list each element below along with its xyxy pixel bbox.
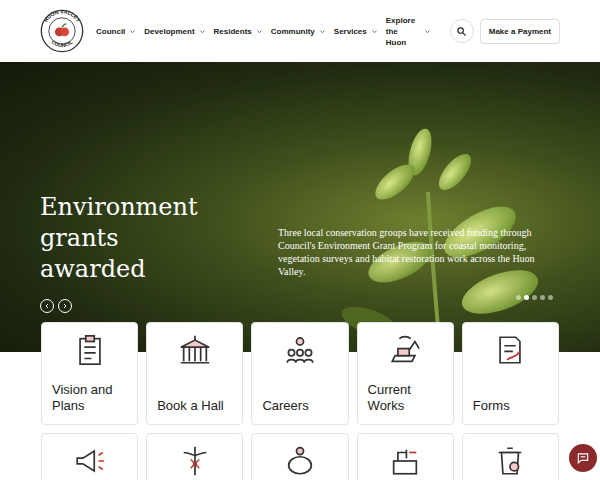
nav-item[interactable]: Services (330, 27, 382, 36)
nav-item[interactable]: Development (140, 27, 209, 36)
arrow-left-icon (43, 302, 51, 310)
card-label: Vision and Plans (52, 382, 127, 414)
chevron-down-icon (129, 28, 136, 35)
council-logo[interactable]: HUON VALLEY COUNCIL (40, 9, 84, 53)
nav-item[interactable]: Explore the Huon (382, 15, 435, 48)
search-button[interactable] (450, 19, 474, 43)
carousel-dot[interactable] (540, 295, 545, 300)
chat-icon (576, 451, 590, 465)
nav-item[interactable]: Council (92, 27, 140, 36)
nav-item[interactable]: Residents (210, 27, 267, 36)
quick-link-card[interactable] (357, 433, 454, 480)
nav-label: Council (96, 27, 125, 36)
carousel-arrows (40, 299, 278, 313)
quick-link-card[interactable]: Current Works (357, 322, 454, 425)
carousel-dot[interactable] (516, 295, 521, 300)
arrow-right-icon (61, 302, 69, 310)
chevron-down-icon (424, 28, 431, 35)
prev-button[interactable] (40, 299, 54, 313)
make-payment-button[interactable]: Make a Payment (480, 19, 560, 44)
hero-text: Three local conservation groups have rec… (278, 62, 558, 352)
carousel-dots (516, 295, 553, 300)
chevron-down-icon (256, 28, 263, 35)
search-icon (456, 26, 467, 37)
quick-link-card[interactable]: Vision and Plans (41, 322, 138, 425)
card-label: Forms (473, 398, 548, 414)
nav-label: Residents (214, 27, 252, 36)
chat-button[interactable] (569, 444, 597, 472)
svg-text:HUON VALLEY: HUON VALLEY (42, 9, 81, 23)
site-header: HUON VALLEY COUNCIL Council Development Resi… (0, 0, 600, 62)
megaphone-icon (73, 444, 107, 478)
quick-link-card[interactable] (462, 433, 559, 480)
next-button[interactable] (58, 299, 72, 313)
chevron-down-icon (199, 28, 206, 35)
nav-item[interactable]: Community (267, 27, 330, 36)
quick-links: Vision and Plans Book a Hall Careers Curren… (0, 322, 600, 480)
svg-text:COUNCIL: COUNCIL (50, 38, 74, 48)
caduceus-icon (178, 444, 212, 478)
nav-label: Services (334, 27, 367, 36)
form-icon (493, 333, 527, 367)
chevron-down-icon (371, 28, 378, 35)
nav-label: Community (271, 27, 315, 36)
quick-link-card[interactable]: Careers (251, 322, 348, 425)
carousel-dot[interactable] (524, 295, 529, 300)
quick-link-card[interactable]: Book a Hall (146, 322, 243, 425)
hero-left: Environment grants awarded (40, 62, 278, 352)
carousel-dot[interactable] (532, 295, 537, 300)
mailbox-icon (388, 444, 422, 478)
nav-label: Explore the Huon (386, 15, 420, 48)
chevron-down-icon (319, 28, 326, 35)
clipboard-icon (73, 333, 107, 367)
logo-bottom-text: COUNCIL (50, 38, 74, 48)
logo-top-text: HUON VALLEY (42, 9, 81, 23)
card-label: Book a Hall (157, 398, 232, 414)
quick-link-card[interactable]: Forms (462, 322, 559, 425)
quick-link-card[interactable] (251, 433, 348, 480)
hall-icon (178, 333, 212, 367)
piggy-bank-icon (283, 444, 317, 478)
carousel-dot[interactable] (548, 295, 553, 300)
main-nav: Council Development Residents Community Serv… (92, 15, 444, 48)
hero-title: Environment grants awarded (40, 192, 215, 285)
people-icon (283, 333, 317, 367)
quick-link-card[interactable] (41, 433, 138, 480)
bin-icon (493, 444, 527, 478)
card-label: Careers (262, 398, 337, 414)
card-label: Current Works (368, 382, 443, 414)
excavator-icon (388, 333, 422, 367)
hero-banner: Environment grants awarded Three local co… (0, 62, 600, 352)
quick-link-card[interactable] (146, 433, 243, 480)
nav-label: Development (144, 27, 194, 36)
